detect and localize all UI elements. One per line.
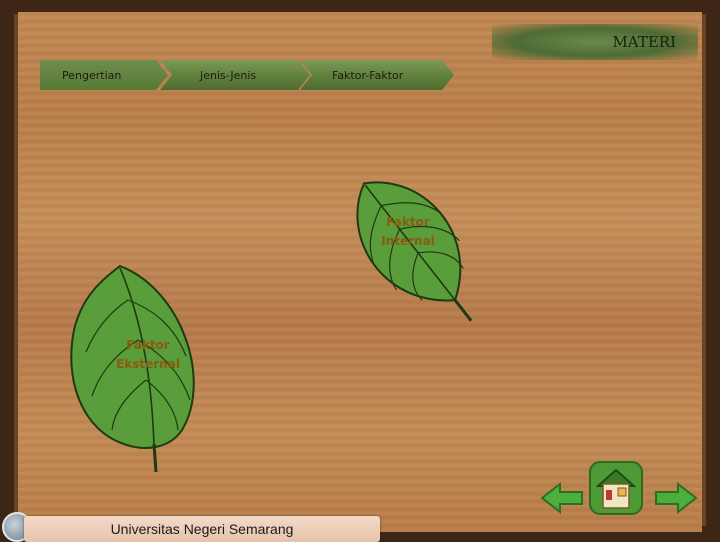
leaf-faktor-internal[interactable]: Faktor Internal	[322, 155, 502, 335]
home-button[interactable]	[588, 460, 644, 516]
leaf-internal-label: Faktor Internal	[372, 213, 444, 251]
right-arrow-icon	[655, 481, 698, 515]
nav-faktor-faktor[interactable]: Faktor-Faktor	[300, 60, 454, 90]
home-icon	[589, 461, 643, 515]
materi-title: MATERI	[492, 24, 698, 60]
nav-pengertian-label: Pengertian	[62, 68, 122, 82]
left-arrow-icon	[540, 481, 583, 515]
leaf-eksternal-line2: Eksternal	[116, 357, 180, 371]
leaf-internal-line1: Faktor	[386, 215, 430, 229]
back-button[interactable]	[540, 481, 584, 515]
nav-jenis-jenis-label: Jenis-Jenis	[200, 68, 257, 82]
footer-university-name: Universitas Negeri Semarang	[110, 521, 294, 537]
nav-faktor-faktor-label: Faktor-Faktor	[332, 68, 404, 82]
section-nav: Pengertian Jenis-Jenis Faktor-Faktor	[40, 60, 460, 90]
leaf-eksternal-label: Faktor Eksternal	[108, 336, 188, 374]
leaf-eksternal-line1: Faktor	[126, 338, 170, 352]
materi-title-text: MATERI	[612, 33, 676, 51]
leaf-internal-line2: Internal	[381, 234, 435, 248]
nav-jenis-jenis[interactable]: Jenis-Jenis	[160, 60, 310, 90]
next-button[interactable]	[654, 481, 698, 515]
leaf-faktor-eksternal[interactable]: Faktor Eksternal	[62, 260, 212, 475]
footer-bar: Universitas Negeri Semarang	[24, 516, 380, 542]
nav-pengertian[interactable]: Pengertian	[40, 60, 168, 90]
